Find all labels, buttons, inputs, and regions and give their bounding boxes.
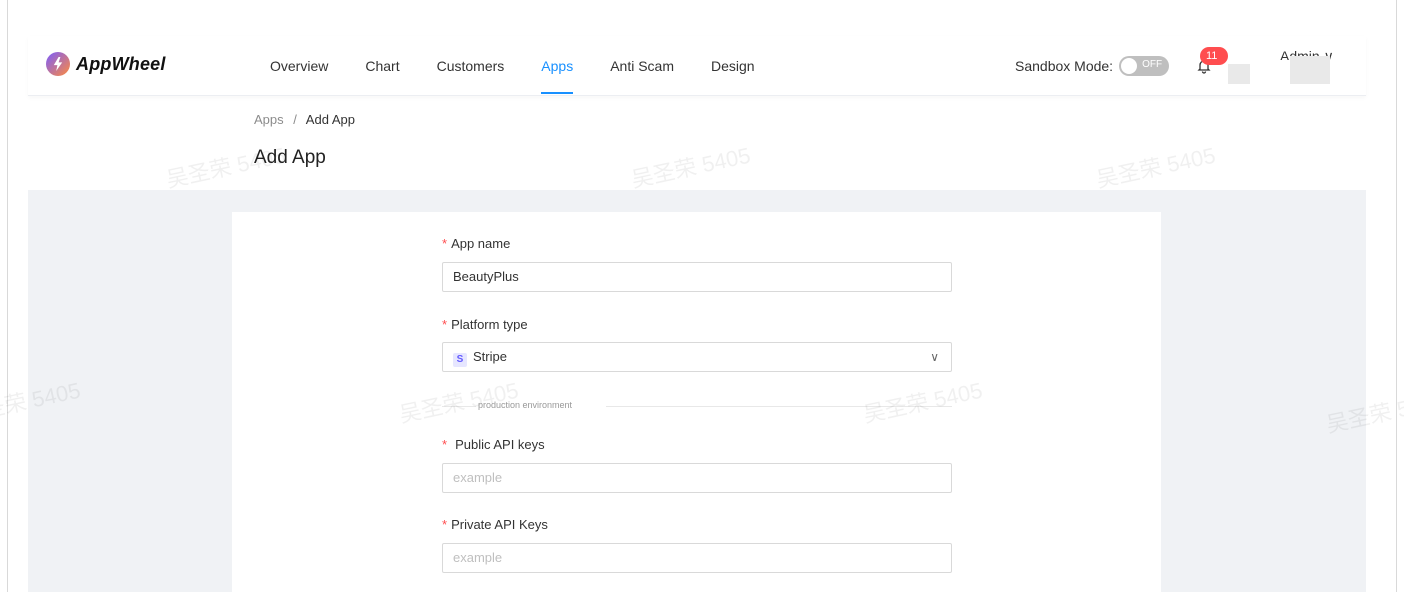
private-api-keys-input[interactable]: example xyxy=(442,543,952,573)
breadcrumb: Apps / Add App xyxy=(254,112,355,127)
divider-line-left xyxy=(442,406,476,407)
divider-text: production environment xyxy=(478,400,573,410)
nav-item-apps[interactable]: Apps xyxy=(541,36,573,96)
breadcrumb-separator: / xyxy=(293,112,297,127)
platform-type-label: * Platform type xyxy=(442,317,528,332)
public-api-keys-input[interactable]: example xyxy=(442,463,952,493)
nav-menu: Overview Chart Customers Apps Anti Scam … xyxy=(270,36,792,96)
add-app-form-card: * App name BeautyPlus * Platform type S Str… xyxy=(232,212,1161,592)
nav-item-design[interactable]: Design xyxy=(711,36,755,96)
nav-item-customers[interactable]: Customers xyxy=(437,36,505,96)
app-name: AppWheel xyxy=(76,53,166,74)
required-marker: * xyxy=(442,317,448,332)
nav-item-chart[interactable]: Chart xyxy=(365,36,399,96)
required-marker: * xyxy=(442,236,448,251)
nav-item-overview[interactable]: Overview xyxy=(270,36,328,96)
toggle-knob xyxy=(1121,58,1138,74)
toggle-state-label: OFF xyxy=(1142,59,1163,70)
page-title: Add App xyxy=(254,147,326,168)
app-name-label: * App name xyxy=(442,236,511,251)
app-name-input[interactable]: BeautyPlus xyxy=(442,262,952,292)
platform-type-select[interactable]: S Stripe ∨ xyxy=(442,342,952,372)
sandbox-mode-toggle[interactable]: OFF xyxy=(1119,56,1170,76)
breadcrumb-apps-link[interactable]: Apps xyxy=(254,112,284,127)
stripe-icon: S xyxy=(453,353,467,367)
nav-item-anti-scam[interactable]: Anti Scam xyxy=(610,36,674,96)
platform-type-value: Stripe xyxy=(473,349,507,364)
chevron-down-icon: ∨ xyxy=(930,350,939,364)
app-logo[interactable]: AppWheel xyxy=(46,52,166,76)
private-api-keys-label: * Private API Keys xyxy=(442,517,548,532)
required-marker: * xyxy=(442,517,448,532)
top-navigation: AppWheel Overview Chart Customers Apps A… xyxy=(28,36,1366,96)
public-api-keys-label: * Public API keys xyxy=(442,437,545,452)
logo-bolt-icon xyxy=(46,52,70,76)
breadcrumb-current: Add App xyxy=(305,112,355,127)
required-marker: * xyxy=(442,437,448,452)
divider-line-right xyxy=(606,406,952,407)
redacted-avatar xyxy=(1228,64,1250,84)
notification-count-badge: 11 xyxy=(1200,47,1228,65)
production-environment-divider: production environment xyxy=(442,400,952,412)
main-content: * App name BeautyPlus * Platform type S Str… xyxy=(28,190,1366,592)
sandbox-mode: Sandbox Mode: OFF xyxy=(1015,56,1170,76)
redacted-username xyxy=(1290,56,1330,84)
sandbox-mode-label: Sandbox Mode: xyxy=(1015,58,1114,74)
